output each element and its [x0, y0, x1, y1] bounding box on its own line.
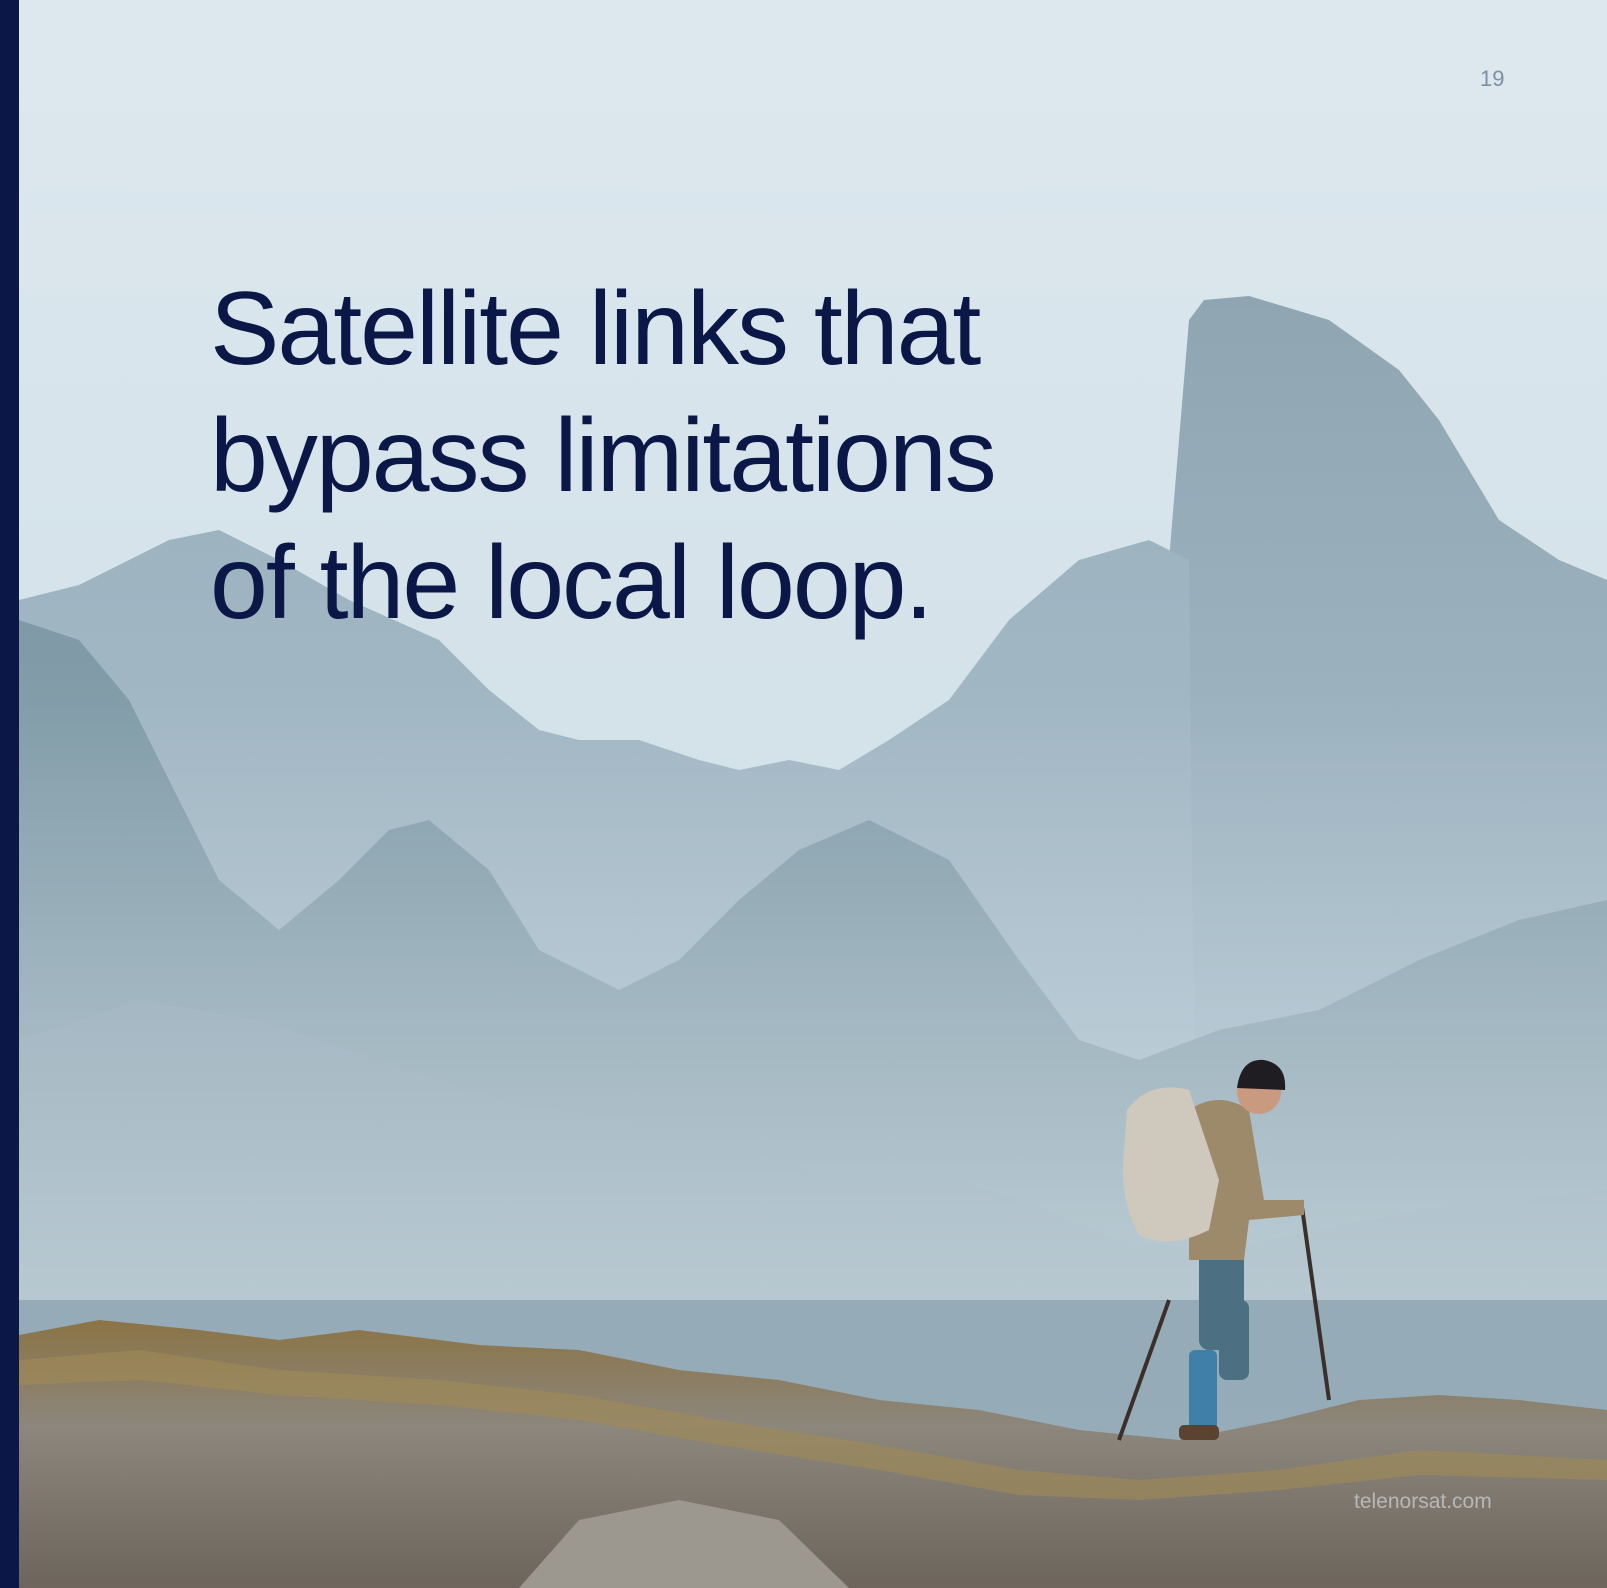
hiker-mountain-photo: [19, 0, 1607, 1588]
headline-line-1: Satellite links that: [210, 271, 981, 387]
headline-line-3: of the local loop.: [210, 525, 933, 641]
brochure-page: 19 Satellite links that bypass limitatio…: [0, 0, 1607, 1588]
headline-line-2: bypass limitations: [210, 398, 997, 514]
footer-website-url[interactable]: telenorsat.com: [1354, 1490, 1492, 1514]
page-headline: Satellite links that bypass limitations …: [210, 266, 1170, 647]
page-number: 19: [1480, 66, 1505, 91]
mist-layer: [19, 700, 1607, 1300]
page-spine-bar: [0, 0, 19, 1588]
